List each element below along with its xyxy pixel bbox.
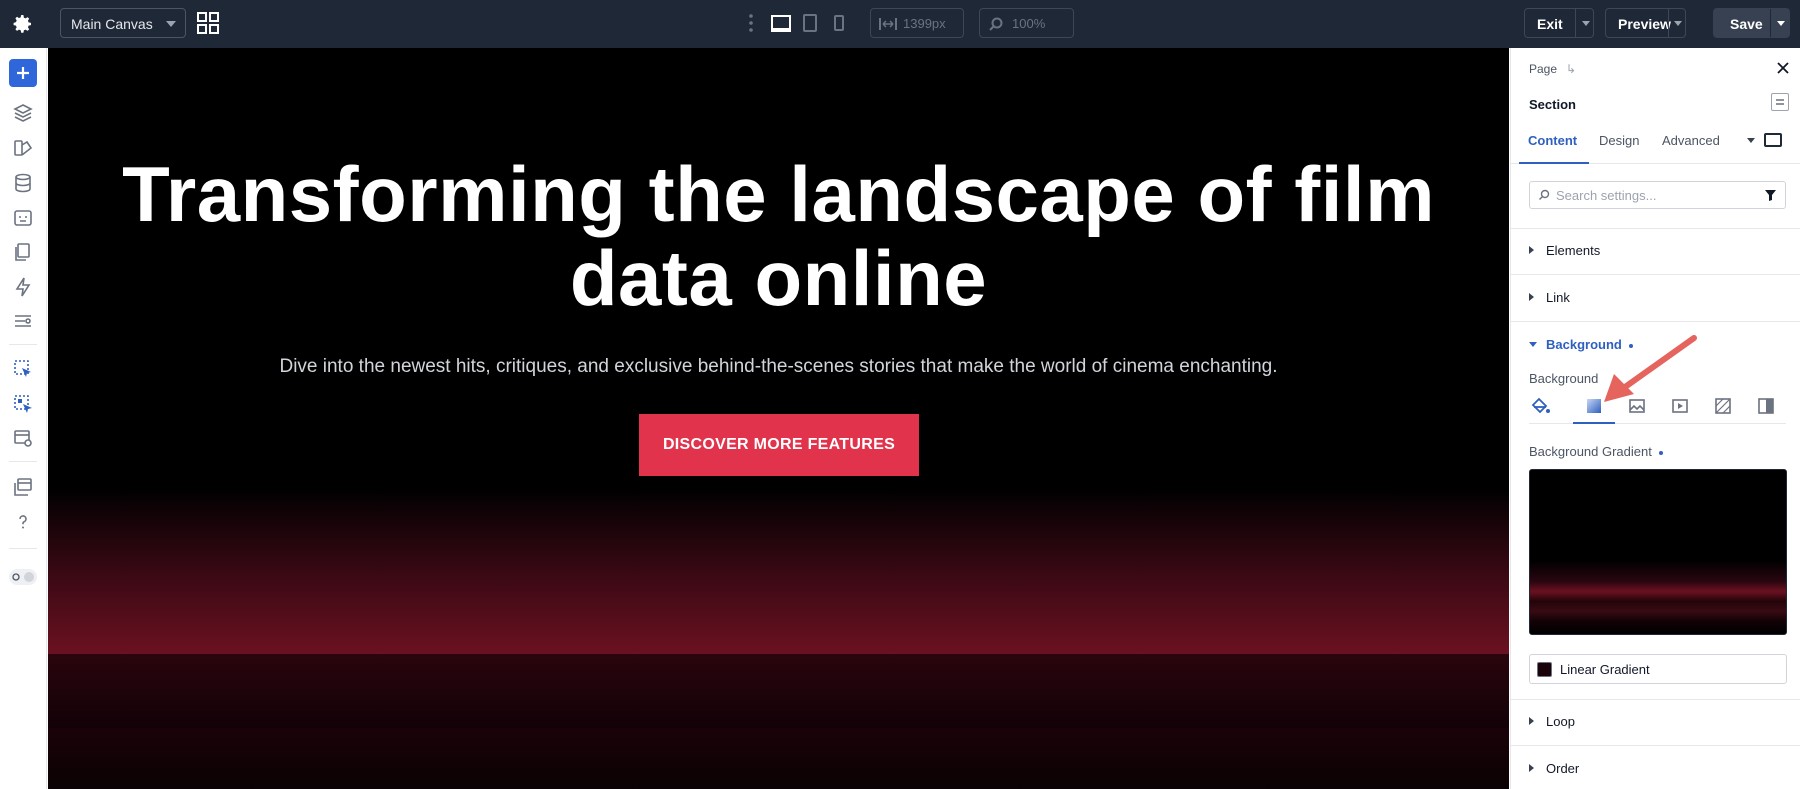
caret-right-icon [1529,717,1534,725]
caret-right-icon [1529,764,1534,772]
background-label: Background [1529,371,1599,386]
search-placeholder: Search settings... [1556,188,1657,203]
gear-icon[interactable] [10,12,34,36]
chevron-down-icon[interactable] [1582,21,1590,26]
color-swatch[interactable] [1537,662,1552,677]
save-label: Save [1730,16,1763,32]
preview-label: Preview [1618,16,1671,32]
width-arrows-icon [879,18,897,30]
canvas-width-value: 1399px [903,16,946,31]
list-settings-icon[interactable] [12,310,34,332]
chevron-down-icon [166,21,176,27]
canvas-select[interactable]: Main Canvas [60,8,186,38]
gradient-glow [48,488,1509,654]
grid-icon[interactable] [197,12,219,34]
tab-design[interactable]: Design [1599,130,1639,164]
annotation-arrow-icon [1604,335,1697,402]
modified-dot [1658,450,1663,455]
gradient-band [48,728,1509,789]
palette-icon[interactable] [12,137,34,159]
zoom-icon [989,17,1003,31]
caret-right-icon [1529,246,1534,254]
theme-toggle[interactable] [9,569,37,585]
close-icon[interactable] [1775,60,1791,76]
lightning-icon[interactable] [12,276,34,298]
hero-title[interactable]: Transforming the landscape of film data … [48,152,1509,320]
mobile-icon[interactable] [831,12,847,34]
section-settings-icon[interactable] [1771,93,1789,111]
canvas-width-field[interactable]: 1399px [870,8,964,38]
chevron-down-icon[interactable] [1777,21,1785,26]
pattern-icon[interactable] [1713,396,1733,416]
search-icon [1539,189,1550,200]
add-element-button[interactable] [9,59,37,87]
zoom-value: 100% [1012,16,1046,31]
plus-icon [17,67,29,79]
mask-icon[interactable] [1756,396,1776,416]
preview-button[interactable]: Preview [1605,8,1686,38]
gradient-type-field[interactable]: Linear Gradient [1529,654,1787,684]
page-canvas[interactable]: Transforming the landscape of film data … [48,48,1509,789]
search-settings-input[interactable]: Search settings... [1529,181,1786,209]
desktop-icon[interactable] [770,12,792,34]
exit-label: Exit [1537,16,1563,32]
top-toolbar: Main Canvas 1399px 100% Exit Preview Sav… [0,0,1800,48]
left-sidebar [0,48,47,789]
active-tab-indicator [1573,422,1615,424]
panel-layout-icon[interactable] [1764,133,1782,147]
hero-subtitle[interactable]: Dive into the newest hits, critiques, an… [48,356,1509,378]
filter-icon[interactable] [1764,189,1777,202]
breadcrumb[interactable]: Page [1529,62,1557,76]
canvas-select-label: Main Canvas [71,16,153,32]
panel-tabs: Content Design Advanced [1511,130,1800,164]
gradient-band [48,654,1509,728]
layout-settings-icon[interactable] [12,427,34,449]
discover-features-button[interactable]: DISCOVER MORE FEATURES [639,414,919,476]
caret-right-icon [1529,293,1534,301]
settings-panel: Page ↳ Section Content Design Advanced S… [1510,48,1800,789]
chevron-down-icon[interactable] [1747,138,1755,143]
chevron-down-icon[interactable] [1674,21,1682,26]
help-icon[interactable] [12,511,34,533]
background-gradient-label: Background Gradient [1529,444,1663,459]
zoom-field[interactable]: 100% [979,8,1074,38]
tab-content[interactable]: Content [1519,130,1589,164]
pages-icon[interactable] [12,241,34,263]
tab-advanced[interactable]: Advanced [1662,130,1720,164]
section-title: Section [1529,97,1576,112]
multi-select-icon[interactable] [12,393,34,415]
template-icon[interactable] [12,207,34,229]
window-stack-icon[interactable] [12,476,34,498]
tablet-icon[interactable] [801,12,819,34]
gradient-preview[interactable] [1529,469,1787,635]
breadcrumb-arrow-icon: ↳ [1566,62,1577,76]
layers-icon[interactable] [12,102,34,124]
save-button[interactable]: Save [1713,8,1790,38]
sun-icon [12,572,34,582]
exit-button[interactable]: Exit [1524,8,1594,38]
color-fill-icon[interactable] [1531,396,1551,416]
database-icon[interactable] [12,172,34,194]
select-element-icon[interactable] [12,358,34,380]
more-vertical-icon[interactable] [748,12,754,34]
gradient-type-value: Linear Gradient [1560,662,1650,677]
caret-down-icon [1529,342,1537,347]
